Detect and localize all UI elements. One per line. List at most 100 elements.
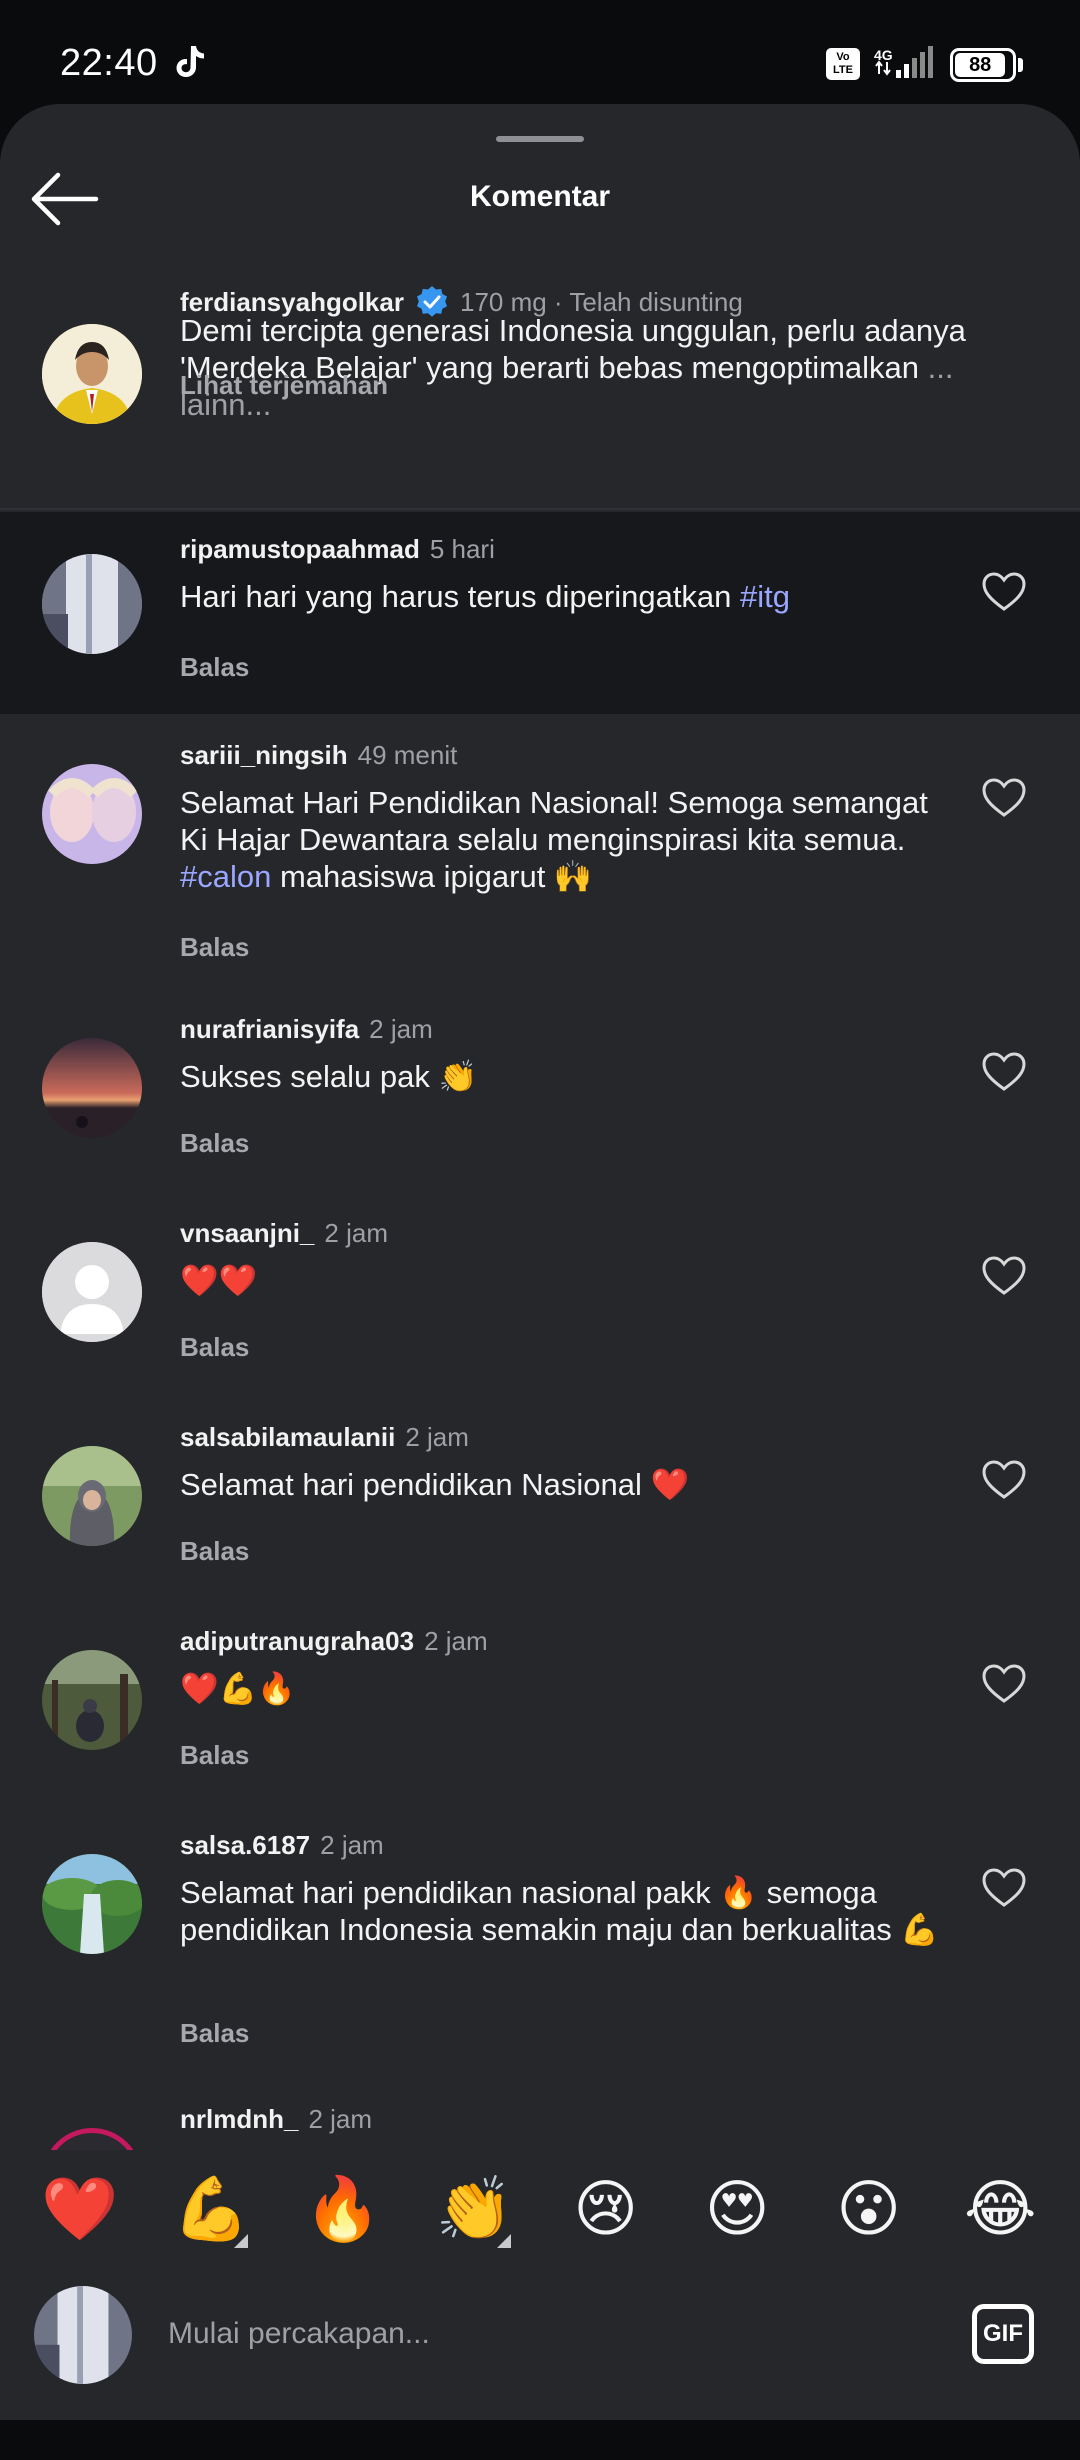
avatar[interactable] (42, 1038, 142, 1138)
reply-button[interactable]: Balas (180, 932, 249, 963)
system-nav-bar (0, 2420, 1080, 2460)
comment-text: Selamat hari pendidikan Nasional ❤️ (180, 1467, 690, 1502)
status-bar: 22:40 Vo LTE 4G 88 (0, 0, 1080, 104)
comment-header: sariii_ningsih 49 menit (180, 740, 457, 771)
comment-body-end: mahasiswa ipigarut 🙌 (271, 859, 593, 894)
emoji-laughing-button[interactable]: 😂 (945, 2170, 1055, 2250)
comment-time: 49 menit (357, 740, 458, 770)
comment-header: nrlmdnh_ 2 jam (180, 2104, 372, 2135)
caption-text: Demi tercipta generasi Indonesia unggula… (180, 312, 1050, 423)
reply-button[interactable]: Balas (180, 1128, 249, 1159)
like-heart-icon[interactable] (982, 1664, 1026, 1704)
emoji-quick-bar: ❤️ 💪 🔥 👏 😢 😍 😮 😂 (0, 2150, 1080, 2270)
battery-level: 88 (955, 53, 1006, 77)
comment-username[interactable]: vnsaanjni_ (180, 1218, 314, 1249)
default-avatar-icon (42, 1242, 142, 1342)
emoji-crying-button[interactable]: 😢 (551, 2170, 661, 2250)
signal-icon: 4G (874, 46, 933, 78)
reply-button[interactable]: Balas (180, 2018, 249, 2049)
reply-button[interactable]: Balas (180, 1332, 249, 1363)
drag-handle[interactable] (496, 136, 584, 142)
battery-icon: 88 (950, 48, 1016, 82)
avatar-image (34, 2286, 132, 2384)
comment-input[interactable] (168, 2294, 928, 2374)
comment-text: Selamat hari pendidikan nasional pakk 🔥 … (180, 1875, 939, 1947)
battery-tip (1018, 58, 1023, 72)
skin-tone-indicator (497, 2234, 512, 2248)
tiktok-icon (176, 46, 204, 77)
comment-text: ❤️❤️ (180, 1263, 258, 1298)
comment-header: salsabilamaulanii 2 jam (180, 1422, 469, 1453)
emoji-heart-eyes-button[interactable]: 😍 (682, 2170, 792, 2250)
my-avatar (34, 2286, 132, 2384)
emoji-fire-button[interactable]: 🔥 (288, 2170, 398, 2250)
comment-item: vnsaanjni_ 2 jam ❤️❤️ Balas (0, 1196, 1080, 1400)
avatar-image (42, 1854, 142, 1954)
like-heart-icon[interactable] (982, 1052, 1026, 1092)
comment-body: Selamat Hari Pendidikan Nasional! Semoga… (180, 785, 928, 857)
avatar[interactable] (42, 1242, 142, 1342)
avatar-image (42, 1446, 142, 1546)
avatar-image (42, 1650, 142, 1750)
emoji-muscle-button[interactable]: 💪 (156, 2170, 266, 2250)
comments-sheet: Komentar ferdiansyahgolkar 170 mg · Tela… (0, 104, 1080, 2420)
comment-text: Sukses selalu pak 👏 (180, 1059, 478, 1094)
comment-username[interactable]: nrlmdnh_ (180, 2104, 298, 2135)
post-caption: ferdiansyahgolkar 170 mg · Telah disunti… (0, 264, 1080, 510)
comment-header: salsa.6187 2 jam (180, 1830, 384, 1861)
comment-time: 2 jam (369, 1014, 433, 1044)
like-heart-icon[interactable] (982, 1256, 1026, 1296)
like-heart-icon[interactable] (982, 1460, 1026, 1500)
hashtag-link[interactable]: #calon (180, 859, 271, 894)
comment-item: ripamustopaahmad 5 hari Hari hari yang h… (0, 512, 1080, 714)
comment-text: Hari hari yang harus terus diperingatkan… (180, 578, 950, 615)
comment-item: sariii_ningsih 49 menit Selamat Hari Pen… (0, 714, 1080, 992)
like-heart-icon[interactable] (982, 1868, 1026, 1908)
like-heart-icon[interactable] (982, 572, 1026, 612)
comment-time: 2 jam (324, 1218, 388, 1248)
emoji-surprised-button[interactable]: 😮 (814, 2170, 924, 2250)
volte-badge: Vo LTE (826, 48, 860, 80)
avatar-image (42, 1038, 142, 1138)
comment-username[interactable]: ripamustopaahmad (180, 534, 420, 565)
skin-tone-indicator (234, 2234, 249, 2248)
gif-button[interactable]: GIF (972, 2304, 1034, 2364)
comment-time: 2 jam (405, 1422, 469, 1452)
comment-time: 2 jam (320, 1830, 384, 1860)
avatar[interactable] (42, 1854, 142, 1954)
comment-item: salsa.6187 2 jam Selamat hari pendidikan… (0, 1808, 1080, 2086)
comment-username[interactable]: salsa.6187 (180, 1830, 310, 1861)
comment-item: salsabilamaulanii 2 jam Selamat hari pen… (0, 1400, 1080, 1604)
compose-bar: GIF (0, 2270, 1080, 2416)
comment-username[interactable]: adiputranugraha03 (180, 1626, 414, 1657)
avatar[interactable] (42, 764, 142, 864)
reply-button[interactable]: Balas (180, 1740, 249, 1771)
comment-username[interactable]: salsabilamaulanii (180, 1422, 395, 1453)
comment-time: 2 jam (424, 1626, 488, 1656)
avatar-image (42, 324, 142, 424)
avatar[interactable] (42, 1446, 142, 1546)
comment-text: Selamat Hari Pendidikan Nasional! Semoga… (180, 784, 950, 895)
comment-item: adiputranugraha03 2 jam ❤️💪🔥 Balas (0, 1604, 1080, 1808)
comment-header: vnsaanjni_ 2 jam (180, 1218, 388, 1249)
avatar[interactable] (42, 324, 142, 424)
like-heart-icon[interactable] (982, 778, 1026, 818)
status-time: 22:40 (60, 42, 158, 84)
reply-button[interactable]: Balas (180, 1536, 249, 1567)
reply-button[interactable]: Balas (180, 652, 249, 683)
page-title: Komentar (469, 180, 611, 213)
hashtag-link[interactable]: #itg (740, 579, 790, 614)
comment-username[interactable]: sariii_ningsih (180, 740, 348, 771)
comment-header: nurafrianisyifa 2 jam (180, 1014, 433, 1045)
emoji-clap-button[interactable]: 👏 (419, 2170, 529, 2250)
comment-header: ripamustopaahmad 5 hari (180, 534, 495, 565)
emoji-heart-button[interactable]: ❤️ (25, 2170, 135, 2250)
comment-text: ❤️💪🔥 (180, 1671, 296, 1706)
comment-username[interactable]: nurafrianisyifa (180, 1014, 359, 1045)
comment-time: 2 jam (308, 2104, 373, 2134)
avatar[interactable] (42, 1650, 142, 1750)
avatar[interactable] (42, 554, 142, 654)
comment-body: Hari hari yang harus terus diperingatkan (180, 579, 741, 614)
translate-link[interactable]: Lihat terjemahan (180, 370, 388, 401)
comment-item: nurafrianisyifa 2 jam Sukses selalu pak … (0, 992, 1080, 1196)
